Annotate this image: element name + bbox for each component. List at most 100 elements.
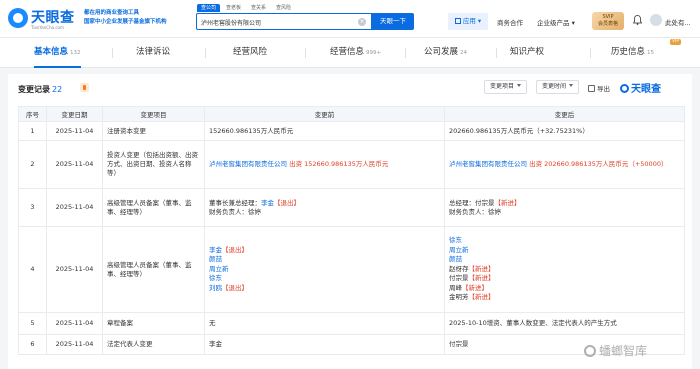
brand-eye-icon — [620, 84, 629, 93]
filter-change-item[interactable]: 变更项目 — [484, 80, 528, 94]
cell-date: 2025-11-04 — [46, 121, 103, 141]
person-link[interactable]: 周立新 — [449, 246, 469, 254]
list-item: 付宗景【新进】 — [449, 274, 680, 284]
role-line: 财务负责人：徐婷 — [449, 207, 501, 216]
search-tab-relation[interactable]: 查关系 — [247, 4, 270, 12]
cell-before[interactable]: 李金 — [204, 334, 445, 355]
person-link[interactable]: 颜喆 — [209, 255, 222, 263]
person-link[interactable]: 徐东 — [209, 274, 222, 282]
cell-after[interactable]: 付宗景 — [444, 334, 685, 355]
section-count: 22 — [52, 85, 63, 94]
person-link[interactable]: 刘鸥 — [209, 284, 222, 292]
cell-date: 2025-11-04 — [46, 140, 103, 189]
table-row: 3 2025-11-04 高级管理人员备案（董事、监事、经理等） 董事长兼总经理… — [18, 188, 685, 227]
export-label: 导出 — [597, 85, 610, 93]
cell-after: 2025-10-10增资、董事人数变更、法定代表人的产生方式 — [444, 312, 685, 335]
role-line: 财务负责人：徐婷 — [209, 207, 261, 216]
person-link[interactable]: 周立新 — [209, 265, 229, 273]
avatar[interactable] — [650, 14, 662, 26]
watermark-text: 蟠螂智库 — [599, 344, 648, 358]
svip-badge[interactable]: SVIP 会员表格 — [592, 12, 624, 30]
tab-basic-info-count: 132 — [70, 50, 81, 56]
tab-development-label: 公司发展 — [424, 47, 459, 57]
search-box: × — [196, 13, 372, 30]
col-header-before: 变更前 — [204, 106, 445, 122]
exit-tag: 【退出】 — [222, 283, 248, 292]
cell-before: 152660.986135万人民币元 — [204, 121, 445, 141]
vip-badge: VIP — [670, 39, 682, 45]
clear-icon[interactable]: × — [358, 18, 366, 26]
person-link[interactable]: 李金 — [209, 246, 222, 254]
cell-item: 法定代表人变更 — [102, 334, 205, 355]
investment-text: 出资 202660.986135万人民币元（+50000） — [529, 160, 668, 168]
app-button[interactable]: 应用 ▾ — [448, 13, 488, 30]
col-header-date: 变更日期 — [46, 106, 103, 122]
cell-before: 董事长兼总经理：李金【退出】 财务负责人：徐婷 — [204, 188, 445, 227]
export-button[interactable]: 导出 — [588, 83, 610, 93]
search-tab-risk[interactable]: 查风险 — [272, 4, 295, 12]
person-name: 赵枒存 — [449, 264, 469, 273]
search-input[interactable] — [201, 17, 351, 27]
tab-operating-label: 经营信息 — [330, 47, 365, 57]
company-link[interactable]: 泸州老窖集团有限责任公司 — [209, 160, 287, 168]
bell-icon[interactable] — [633, 15, 642, 25]
table-row: 2 2025-11-04 投资人变更（包括出资额、出资方式、出资日期、投资人名称… — [18, 140, 685, 189]
tab-operating[interactable]: 经营信息 999+ — [330, 38, 381, 68]
filter-change-time[interactable]: 变更时间 — [536, 80, 580, 94]
grid-icon — [454, 18, 461, 24]
svip-line1: SVIP — [602, 14, 614, 20]
monitor-flag-icon[interactable] — [80, 83, 89, 92]
person-name: 付宗景 — [449, 274, 469, 283]
list-item: 颜喆 — [449, 255, 680, 265]
company-link[interactable]: 泸州老窖集团有限责任公司 — [449, 160, 527, 168]
nav-business-cooperation[interactable]: 商务合作 — [497, 17, 523, 27]
list-item: 徐东 — [449, 236, 680, 246]
tab-development[interactable]: 公司发展 24 — [424, 38, 467, 68]
search-tab-boss[interactable]: 查老板 — [222, 4, 245, 12]
tab-development-count: 24 — [460, 50, 468, 56]
tab-ip[interactable]: 知识产权 — [510, 38, 544, 68]
tab-history[interactable]: 历史信息 15 — [611, 38, 654, 68]
list-item: 颜喆 — [209, 255, 440, 265]
logo[interactable]: 天眼查 TianYanCha.com — [8, 6, 86, 32]
cell-item: 投资人变更（包括出资额、出资方式、出资日期、投资人名称等） — [102, 140, 205, 189]
table-row: 1 2025-11-04 注册资本变更 152660.986135万人民币元 2… — [18, 121, 685, 141]
search-tab-company[interactable]: 查公司 — [197, 4, 221, 12]
person-link[interactable]: 颜喆 — [449, 255, 462, 263]
new-tag: 【新进】 — [494, 198, 521, 207]
col-header-after: 变更后 — [444, 106, 685, 122]
role-label: 总经理：付宗景 — [449, 198, 495, 207]
col-header-item: 变更项目 — [102, 106, 205, 122]
cell-item: 高级管理人员备案（董事、监事、经理等） — [102, 226, 205, 313]
exit-tag: 【退出】 — [274, 198, 300, 207]
cell-date: 2025-11-04 — [46, 334, 103, 355]
investment-text: 出资 152660.986135万人民币元 — [289, 160, 389, 168]
person-name: 周峰 — [449, 283, 462, 292]
cell-date: 2025-11-04 — [46, 188, 103, 227]
tab-ip-label: 知识产权 — [510, 47, 545, 57]
nav-enterprise-products[interactable]: 企业级产品 ▾ — [537, 17, 575, 27]
new-tag: 【新进】 — [468, 293, 495, 302]
cell-item: 注册资本变更 — [102, 121, 205, 141]
svip-line2: 会员表格 — [597, 21, 618, 27]
exit-tag: 【退出】 — [222, 245, 248, 254]
tab-risk[interactable]: 经营风险 — [233, 38, 267, 68]
tab-divider — [305, 48, 306, 58]
tab-legal[interactable]: 法律诉讼 — [136, 38, 170, 68]
tab-basic-info[interactable]: 基本信息 132 — [34, 38, 81, 68]
slogan: 都在用的商业查询工具 国家中小企业发展子基金旗下机构 — [84, 9, 190, 27]
search-button[interactable]: 天眼一下 — [372, 13, 414, 30]
cell-no: 6 — [18, 334, 47, 355]
col-header-no: 序号 — [18, 106, 47, 122]
logo-eye-icon — [8, 8, 28, 28]
change-records-card: 变更记录 22 变更项目 变更时间 导出 天眼查 序号 变更日期 变更项目 变更前… — [8, 74, 692, 369]
section-title: 变更记录 22 — [18, 84, 62, 95]
cell-before: 李金【退出】 颜喆 周立新 徐东 刘鸥【退出】 — [204, 226, 445, 313]
list-item: 徐东 — [209, 274, 440, 284]
cell-no: 5 — [18, 312, 47, 335]
cell-after: 总经理：付宗景【新进】 财务负责人：徐婷 — [444, 188, 685, 227]
logo-sub: TianYanCha.com — [31, 25, 64, 30]
person-link[interactable]: 李金 — [261, 199, 274, 207]
user-name[interactable]: 此处有... — [665, 17, 691, 27]
person-link[interactable]: 徐东 — [449, 236, 462, 244]
